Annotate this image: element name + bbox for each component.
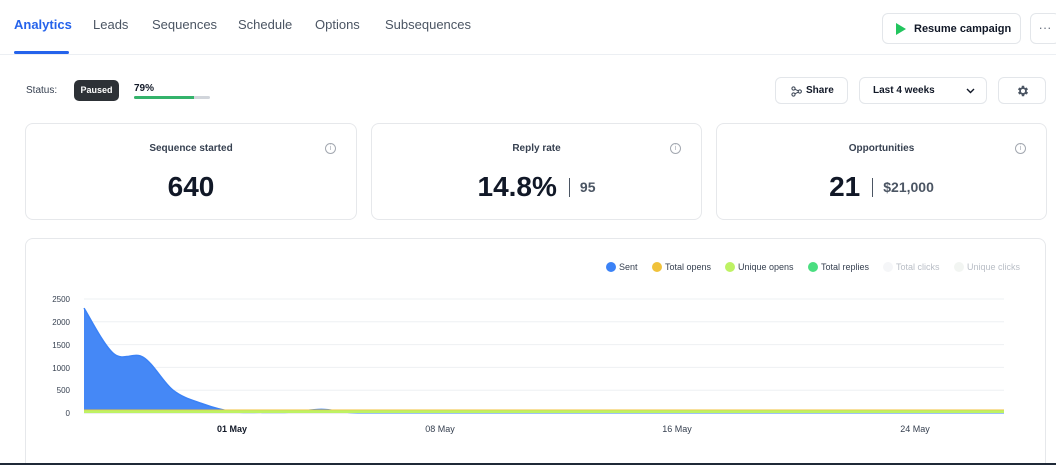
series-sent-area bbox=[84, 308, 1004, 413]
chart-plot-area bbox=[83, 298, 1005, 414]
bottom-border bbox=[0, 463, 1056, 465]
series-sent-line bbox=[83, 307, 1004, 414]
